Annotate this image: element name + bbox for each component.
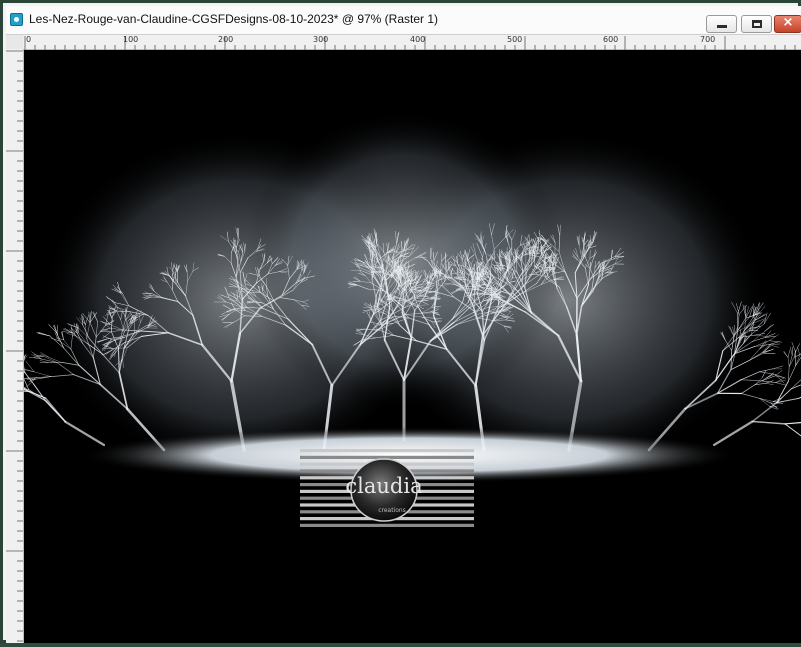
vertical-ruler [6, 49, 24, 643]
branch [759, 372, 775, 375]
ruler-label: 400 [410, 35, 425, 44]
branch [741, 385, 754, 394]
paint-shop-pro-icon[interactable] [10, 13, 23, 26]
branch [769, 341, 782, 343]
winter-trees-artwork: claudia creations [24, 50, 801, 643]
branch [784, 352, 788, 357]
branch [752, 422, 785, 424]
branch [776, 380, 786, 383]
ruler-label: 300 [313, 35, 328, 44]
branch [741, 394, 759, 399]
branch [790, 347, 792, 356]
vertical-ruler-ticks [6, 49, 23, 643]
branch [34, 372, 51, 377]
branch [762, 371, 766, 378]
minimize-icon [717, 25, 727, 28]
ruler-label: 600 [603, 35, 618, 44]
branch [788, 350, 790, 357]
watermark-stripe [300, 524, 474, 527]
branch [46, 401, 66, 422]
branch [791, 379, 801, 389]
branch [777, 382, 789, 403]
branch [714, 422, 752, 446]
branch [785, 422, 801, 424]
branch [764, 353, 776, 354]
ruler-label: 100 [123, 35, 138, 44]
watermark-subtext: creations [378, 507, 406, 514]
minimize-button[interactable] [706, 15, 737, 33]
ruler-corner [6, 35, 23, 49]
image-window: Les-Nez-Rouge-van-Claudine-CGSFDesigns-0… [0, 0, 801, 643]
branch [798, 347, 800, 356]
branch [794, 354, 801, 357]
watermark-text: claudia [345, 474, 422, 498]
maximize-icon [752, 20, 762, 28]
branch [33, 384, 45, 401]
branch [785, 424, 801, 437]
branch [773, 366, 783, 369]
ruler-label: 500 [507, 35, 522, 44]
ruler-label: 0 [26, 35, 31, 44]
horizontal-ruler: 0 100 200 300 400 500 600 700 [23, 35, 801, 50]
branch [792, 347, 793, 355]
branch [29, 392, 46, 401]
watermark-stripe [300, 449, 474, 452]
image-canvas[interactable]: claudia creations [24, 50, 801, 643]
branch [759, 369, 772, 372]
branch [789, 355, 792, 367]
title-bar[interactable]: Les-Nez-Rouge-van-Claudine-CGSFDesigns-0… [6, 6, 801, 35]
window-title: Les-Nez-Rouge-van-Claudine-CGSFDesigns-0… [29, 12, 438, 26]
ruler-label: 700 [700, 35, 715, 44]
maximize-button[interactable] [741, 15, 772, 33]
branch [788, 357, 789, 367]
branch [775, 370, 782, 376]
branch [65, 422, 104, 445]
branch [796, 344, 800, 352]
ruler-label: 200 [218, 35, 233, 44]
branch [766, 383, 774, 384]
close-icon: × [775, 15, 801, 30]
branch [789, 357, 794, 366]
close-button[interactable]: × [774, 15, 801, 33]
branch [752, 403, 776, 422]
